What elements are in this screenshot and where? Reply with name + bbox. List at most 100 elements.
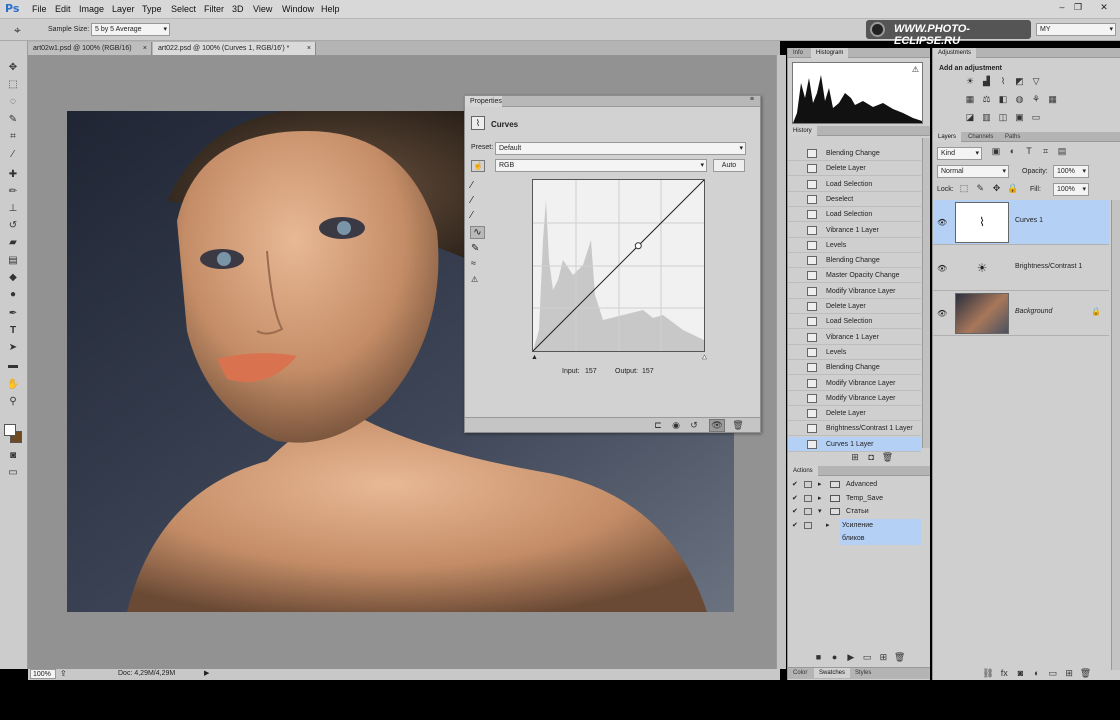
filter-type-icon[interactable]: T [1022,146,1036,156]
tab-actions[interactable]: Actions [788,466,818,476]
new-group-icon[interactable]: ▭ [1046,668,1060,679]
stop-icon[interactable]: ■ [811,652,825,662]
new-layer-icon[interactable]: ⊞ [1062,668,1076,679]
black-point-slider[interactable]: ▲ [531,354,538,361]
gradient-map-icon[interactable]: ▭ [1029,112,1043,123]
minimize-button[interactable]: – [1055,2,1069,13]
play-icon[interactable]: ▶ [844,652,858,663]
history-item[interactable]: Modify Vibrance Layer [788,376,921,391]
visibility-eye-icon[interactable]: 👁 [937,264,947,273]
delete-layer-icon[interactable]: 🗑 [1078,668,1092,679]
menu-3d[interactable]: 3D [232,4,244,14]
history-checkbox[interactable] [792,164,799,172]
filter-adjustment-icon[interactable]: ◐ [1006,146,1020,156]
stamp-tool-icon[interactable]: ⊥ [5,202,21,216]
filter-smart-icon[interactable]: ▤ [1055,146,1069,157]
channel-select[interactable]: RGB [495,159,707,172]
reset-icon[interactable]: ↺ [687,420,701,431]
menu-select[interactable]: Select [171,4,196,14]
white-point-slider[interactable]: ▲ [701,354,708,362]
action-item[interactable]: ✔ ▾ Статьи [788,505,921,518]
history-item[interactable]: Deselect [788,192,921,207]
invert-icon[interactable]: ◪ [963,112,977,123]
opacity-input[interactable]: 100% [1053,165,1089,178]
delete-state-icon[interactable]: 🗑 [880,452,894,463]
expand-open-icon[interactable]: ▾ [818,505,822,518]
eraser-tool-icon[interactable]: ▰ [5,236,21,250]
blend-mode-select[interactable]: Normal [937,165,1009,178]
crop-tool-icon[interactable]: ⌗ [5,130,21,144]
action-dialog-toggle[interactable] [804,521,812,529]
tab-layers[interactable]: Layers [933,132,962,142]
new-set-icon[interactable]: ▭ [860,652,874,663]
tab-info[interactable]: Info [788,48,808,58]
dodge-tool-icon[interactable]: ● [5,288,21,302]
doc-tab[interactable]: art02w1.psd @ 100% (RGB/16) × [28,42,152,55]
history-checkbox[interactable] [792,195,799,203]
menu-type[interactable]: Type [142,4,162,14]
lock-position-icon[interactable]: ✥ [989,183,1003,194]
history-checkbox[interactable] [792,256,799,264]
visibility-eye-icon[interactable]: 👁 [937,309,947,318]
close-tab-icon[interactable]: × [143,42,147,55]
layer-row[interactable]: 👁 ☀ Brightness/Contrast 1 [933,246,1109,291]
color-lookup-icon[interactable]: ▦ [1046,94,1060,105]
fill-input[interactable]: 100% [1053,183,1089,196]
action-item[interactable]: ✔ ▸ Усиление бликов [788,518,921,545]
link-layers-icon[interactable]: ⛓ [981,668,995,679]
status-menu-arrow-icon[interactable]: ▶ [204,669,209,677]
history-checkbox[interactable] [792,379,799,387]
delete-action-icon[interactable]: 🗑 [893,652,907,663]
quick-mask-icon[interactable]: ◙ [5,449,21,463]
action-dialog-toggle[interactable] [804,481,812,488]
history-checkbox[interactable] [792,394,799,402]
export-icon[interactable]: ⇪ [60,669,67,678]
zoom-tool-icon[interactable]: ⚲ [5,395,21,409]
edit-points-curve-icon[interactable]: ∿ [470,226,485,239]
healing-brush-tool-icon[interactable]: ✚ [5,168,21,182]
hand-tool-icon[interactable]: ✋ [5,378,21,392]
history-checkbox[interactable] [792,271,799,279]
history-item[interactable]: Load Selection [788,177,921,192]
history-checkbox[interactable] [792,409,799,417]
history-checkbox[interactable] [792,180,799,188]
quick-select-tool-icon[interactable]: ✎ [5,113,21,127]
menu-filter[interactable]: Filter [204,4,224,14]
history-brush-tool-icon[interactable]: ↺ [5,219,21,233]
expand-arrow-icon[interactable]: ▸ [818,492,822,505]
close-tab-icon[interactable]: × [307,42,311,55]
lock-transparent-icon[interactable]: ⬚ [957,183,971,194]
action-item[interactable]: ✔ ▸ Temp_Save [788,492,921,505]
brightness-icon[interactable]: ☀ [963,76,977,87]
tab-histogram[interactable]: Histogram [811,48,849,58]
new-adjustment-icon[interactable]: ◐ [1030,668,1044,678]
sample-gray-eyedropper-icon[interactable]: ⁄ [471,195,473,206]
exposure-icon[interactable]: ◩ [1013,76,1027,87]
delete-adjustment-icon[interactable]: 🗑 [731,420,745,431]
tab-swatches[interactable]: Swatches [814,668,851,678]
history-item[interactable]: Vibrance 1 Layer [788,330,921,345]
black-white-icon[interactable]: ◧ [996,94,1010,105]
history-checkbox[interactable] [792,333,799,341]
color-balance-icon[interactable]: ⚖ [980,94,994,105]
shape-tool-icon[interactable]: ▬ [5,359,21,373]
channel-mixer-icon[interactable]: ⚘ [1029,94,1043,105]
tab-paths[interactable]: Paths [1000,132,1025,142]
history-checkbox[interactable] [792,440,799,448]
lock-pixels-icon[interactable]: ✎ [973,183,987,194]
view-previous-icon[interactable]: ◉ [669,420,683,431]
menu-file[interactable]: File [32,4,47,14]
layer-row[interactable]: 👁 ⌇ Curves 1 [933,200,1109,245]
curve-control-point[interactable] [634,242,642,250]
tab-styles[interactable]: Styles [850,668,876,678]
history-item[interactable]: Blending Change [788,146,921,161]
target-adjust-icon[interactable]: ☝ [471,160,485,172]
layer-row[interactable]: 👁 Background 🔒 [933,291,1109,336]
layer-mask-icon[interactable]: ◙ [1013,668,1027,678]
layer-kind-filter[interactable]: Kind [937,147,982,160]
lock-all-icon[interactable]: 🔒 [1006,183,1020,194]
action-check-icon[interactable]: ✔ [792,519,798,532]
history-item[interactable]: Delete Layer [788,299,921,314]
tab-history[interactable]: History [788,126,817,136]
history-item[interactable]: Blending Change [788,360,921,376]
